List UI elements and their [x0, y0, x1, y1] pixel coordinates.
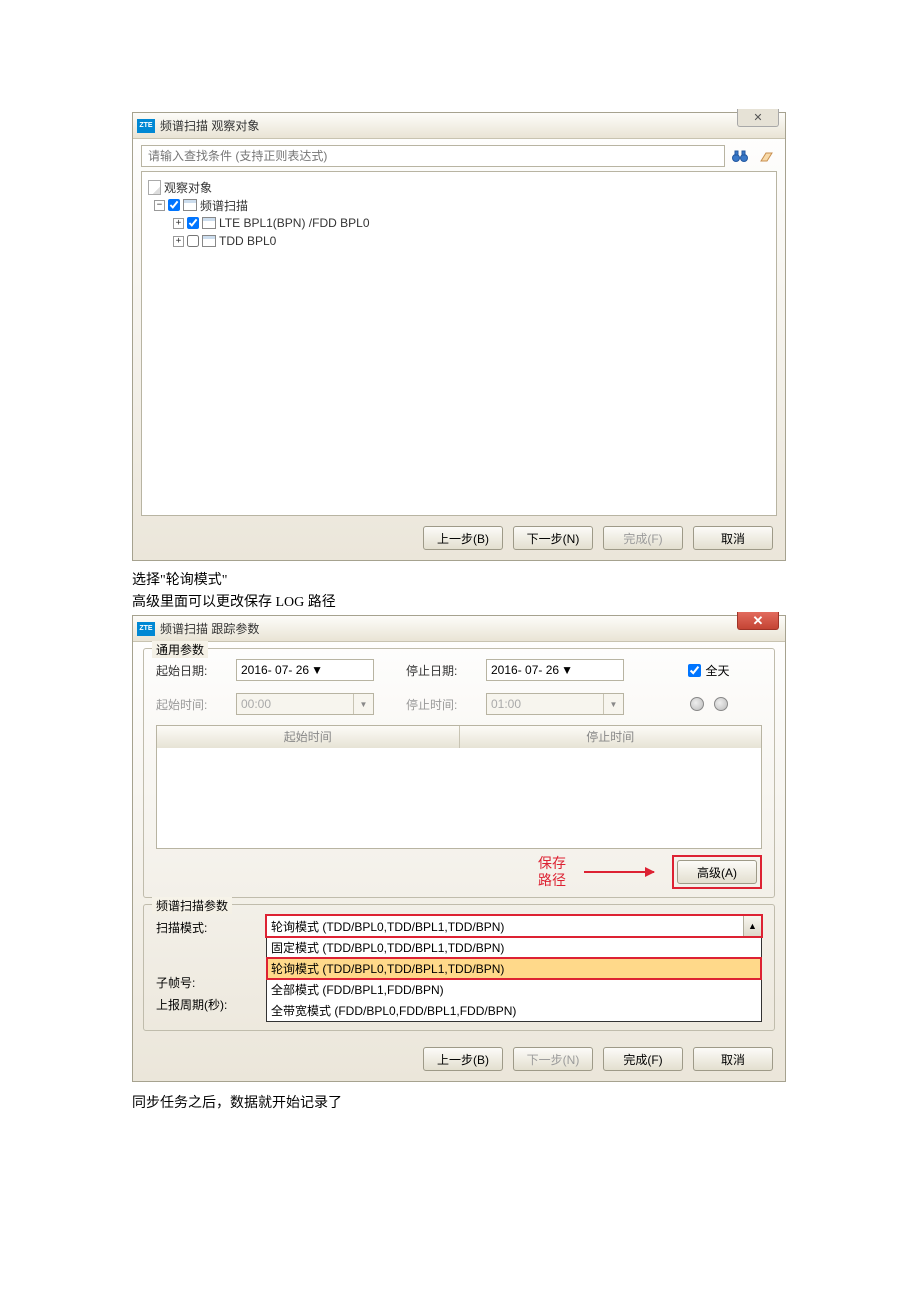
titlebar[interactable]: ZTE 频谱扫描 跟踪参数 ✕: [133, 616, 785, 642]
stop-date-label: 停止日期:: [406, 662, 486, 679]
time-table-body[interactable]: [157, 748, 761, 848]
general-params-group: 通用参数 起始日期: 2016- 07- 26 ▼ 停止日期: 2016- 07…: [143, 648, 775, 898]
expand-icon[interactable]: +: [173, 236, 184, 247]
col-stop-time[interactable]: 停止时间: [460, 726, 762, 748]
tree-node[interactable]: − 频谱扫描: [148, 196, 770, 214]
scan-mode-value: 轮询模式 (TDD/BPL0,TDD/BPL1,TDD/BPN): [271, 918, 504, 935]
tree-leaf[interactable]: + TDD BPL0: [148, 232, 770, 250]
report-period-label: 上报周期(秒):: [156, 992, 266, 1013]
allday-checkbox[interactable]: [688, 664, 701, 677]
list-icon: [183, 199, 197, 211]
scan-mode-label: 扫描模式:: [156, 915, 266, 936]
annotation-save-path: 保存 路径: [538, 855, 566, 889]
dialog-title: 频谱扫描 跟踪参数: [160, 620, 259, 637]
group-title: 通用参数: [152, 641, 208, 658]
stop-time-label: 停止时间:: [406, 696, 486, 713]
stop-time-input[interactable]: 01:00▼: [486, 693, 624, 715]
instruction-text: 高级里面可以更改保存 LOG 路径: [132, 591, 920, 611]
tree-leaf-label: LTE BPL1(BPN) /FDD BPL0: [219, 216, 370, 230]
expand-icon[interactable]: +: [173, 218, 184, 229]
finish-button[interactable]: 完成(F): [603, 526, 683, 550]
instruction-text: 选择"轮询模式": [132, 569, 920, 589]
start-time-label: 起始时间:: [156, 696, 236, 713]
stop-date-input[interactable]: 2016- 07- 26 ▼: [486, 659, 624, 681]
button-row: 上一步(B) 下一步(N) 完成(F) 取消: [133, 1037, 785, 1081]
dropdown-option-selected[interactable]: 轮询模式 (TDD/BPL0,TDD/BPL1,TDD/BPN): [267, 958, 761, 979]
start-date-label: 起始日期:: [156, 662, 236, 679]
tree-root-label: 观察对象: [164, 179, 212, 196]
scan-mode-combo[interactable]: 轮询模式 (TDD/BPL0,TDD/BPL1,TDD/BPN) ▲: [266, 915, 762, 937]
dropdown-option[interactable]: 固定模式 (TDD/BPL0,TDD/BPL1,TDD/BPN): [267, 937, 761, 958]
cancel-button[interactable]: 取消: [693, 1047, 773, 1071]
dropdown-option[interactable]: 全部模式 (FDD/BPL1,FDD/BPN): [267, 979, 761, 1000]
advanced-highlight: 高级(A): [672, 855, 762, 889]
tree-view[interactable]: 观察对象 − 频谱扫描 + LTE BPL1(BPN) /FDD BPL0 + …: [141, 171, 777, 516]
dialog-track-params: ZTE 频谱扫描 跟踪参数 ✕ 通用参数 起始日期: 2016- 07- 26 …: [132, 615, 786, 1082]
cancel-button[interactable]: 取消: [693, 526, 773, 550]
dropdown-option[interactable]: 全带宽模式 (FDD/BPL0,FDD/BPL1,FDD/BPN): [267, 1000, 761, 1021]
close-button[interactable]: ✕: [737, 612, 779, 630]
radio-button[interactable]: [690, 697, 704, 711]
radio-button[interactable]: [714, 697, 728, 711]
tree-checkbox[interactable]: [168, 199, 180, 211]
eraser-icon[interactable]: [755, 145, 777, 167]
scan-mode-dropdown[interactable]: 固定模式 (TDD/BPL0,TDD/BPL1,TDD/BPN) 轮询模式 (T…: [266, 936, 762, 1022]
titlebar[interactable]: ZTE 频谱扫描 观察对象 ✕: [133, 113, 785, 139]
tree-checkbox[interactable]: [187, 217, 199, 229]
dialog-title: 频谱扫描 观察对象: [160, 117, 259, 134]
instruction-text: 同步任务之后，数据就开始记录了: [132, 1092, 920, 1112]
spinner-up-icon[interactable]: ▲: [743, 916, 761, 936]
document-icon: [148, 180, 161, 195]
back-button[interactable]: 上一步(B): [423, 1047, 503, 1071]
chevron-down-icon[interactable]: ▼: [603, 694, 623, 714]
allday-label: 全天: [705, 662, 729, 679]
list-icon: [202, 235, 216, 247]
tree-root[interactable]: 观察对象: [148, 178, 770, 196]
next-button[interactable]: 下一步(N): [513, 526, 593, 550]
back-button[interactable]: 上一步(B): [423, 526, 503, 550]
col-start-time[interactable]: 起始时间: [157, 726, 460, 748]
close-button[interactable]: ✕: [737, 109, 779, 127]
search-input[interactable]: [141, 145, 725, 167]
tree-leaf[interactable]: + LTE BPL1(BPN) /FDD BPL0: [148, 214, 770, 232]
tree-leaf-label: TDD BPL0: [219, 234, 276, 248]
finish-button[interactable]: 完成(F): [603, 1047, 683, 1071]
zte-logo: ZTE: [137, 622, 155, 636]
group-title: 频谱扫描参数: [152, 897, 232, 914]
start-time-input[interactable]: 00:00▼: [236, 693, 374, 715]
collapse-icon[interactable]: −: [154, 200, 165, 211]
list-icon: [202, 217, 216, 229]
next-button[interactable]: 下一步(N): [513, 1047, 593, 1071]
zte-logo: ZTE: [137, 119, 155, 133]
subframe-label: 子帧号:: [156, 970, 266, 991]
annotation-arrow-icon: [584, 871, 654, 873]
binoculars-icon[interactable]: [729, 145, 751, 167]
tree-node-label: 频谱扫描: [200, 197, 248, 214]
advanced-button[interactable]: 高级(A): [677, 860, 757, 884]
tree-checkbox[interactable]: [187, 235, 199, 247]
time-table: 起始时间 停止时间: [156, 725, 762, 849]
scan-params-group: 频谱扫描参数 扫描模式: 轮询模式 (TDD/BPL0,TDD/BPL1,TDD…: [143, 904, 775, 1031]
start-date-input[interactable]: 2016- 07- 26 ▼: [236, 659, 374, 681]
dialog-observe-objects: ZTE 频谱扫描 观察对象 ✕ 观察对象 − 频谱扫描 + LTE BPL: [132, 112, 786, 561]
button-row: 上一步(B) 下一步(N) 完成(F) 取消: [133, 516, 785, 560]
chevron-down-icon[interactable]: ▼: [353, 694, 373, 714]
